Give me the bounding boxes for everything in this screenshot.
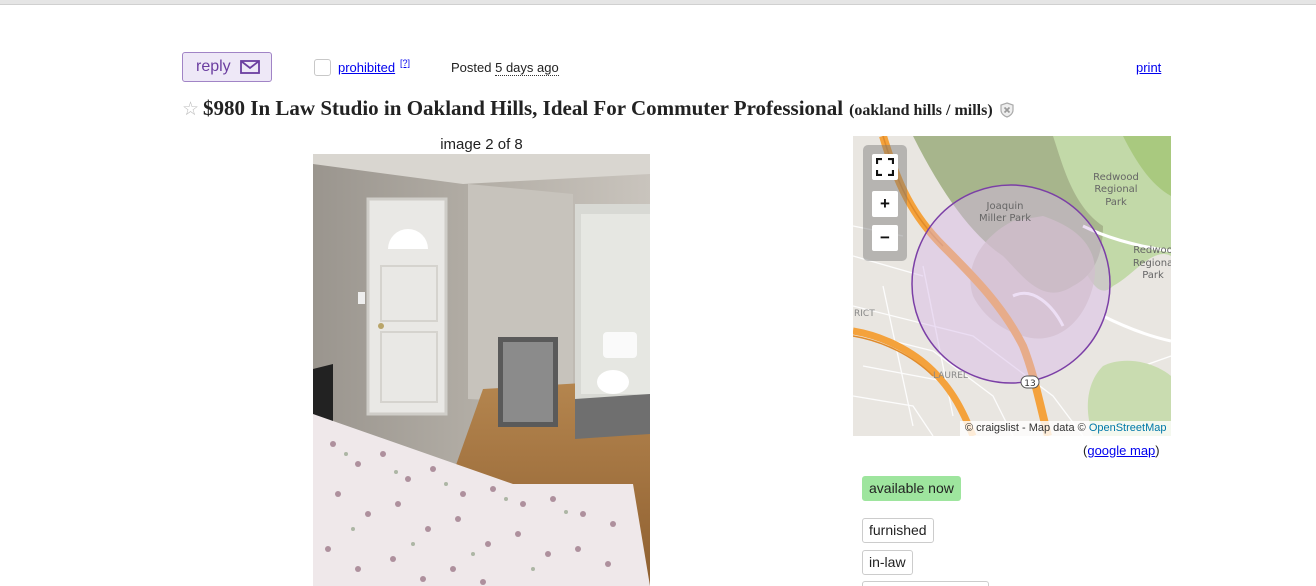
plus-icon: + bbox=[880, 194, 890, 213]
google-map-link[interactable]: google map bbox=[1087, 443, 1155, 458]
map-label-redwood-1b: Regional bbox=[1094, 184, 1137, 195]
map-attribution: © craigslist - Map data © OpenStreetMap bbox=[960, 421, 1172, 436]
posted-label: Posted bbox=[451, 60, 492, 75]
map-controls: + − bbox=[863, 145, 907, 261]
minus-icon: − bbox=[880, 228, 890, 247]
attr-housing-type: in-law bbox=[862, 550, 913, 575]
fullscreen-icon bbox=[876, 158, 894, 176]
google-map-close-paren: ) bbox=[1155, 443, 1160, 458]
envelope-icon bbox=[239, 60, 260, 74]
attribution-text: © craigslist - Map data © bbox=[965, 422, 1086, 434]
reply-button[interactable]: reply bbox=[182, 52, 272, 82]
reply-label: reply bbox=[196, 58, 231, 75]
map-label-joaquin: Joaquin bbox=[986, 201, 1024, 212]
google-map-line: (google map) bbox=[1083, 443, 1160, 458]
attr-next bbox=[862, 581, 989, 586]
zoom-out-button[interactable]: − bbox=[872, 225, 898, 251]
map-label-district: RICT bbox=[854, 309, 875, 319]
print-link[interactable]: print bbox=[1136, 60, 1161, 75]
posting-title-text: $980 In Law Studio in Oakland Hills, Ide… bbox=[203, 96, 844, 120]
fullscreen-button[interactable] bbox=[872, 154, 898, 180]
flag-help-link[interactable]: [?] bbox=[400, 58, 410, 68]
map-label-redwood-2b: Regiona bbox=[1133, 258, 1171, 269]
attr-furnished: furnished bbox=[862, 518, 934, 543]
map-label-hwy: 13 bbox=[1024, 379, 1035, 389]
map-label-miller-park: Miller Park bbox=[979, 213, 1031, 224]
posting-title: ☆ $980 In Law Studio in Oakland Hills, I… bbox=[182, 96, 1015, 121]
prohibited-flag-link[interactable]: prohibited bbox=[338, 60, 395, 75]
availability-badge: available now bbox=[862, 476, 961, 501]
favorite-checkbox[interactable] bbox=[314, 59, 331, 76]
openstreetmap-link[interactable]: OpenStreetMap bbox=[1089, 422, 1167, 434]
posted-time: 5 days ago bbox=[495, 60, 559, 76]
map-label-redwood-2a: Redwoo bbox=[1133, 245, 1171, 256]
posted-date: Posted 5 days ago bbox=[451, 60, 559, 76]
map-label-redwood-1c: Park bbox=[1105, 197, 1127, 208]
image-counter: image 2 of 8 bbox=[440, 136, 523, 153]
map-label-redwood-2c: Park bbox=[1142, 270, 1164, 281]
map-label-laurel: LAUREL bbox=[933, 371, 968, 381]
map-label-redwood-1a: Redwood bbox=[1093, 172, 1139, 183]
browser-top-edge bbox=[0, 0, 1316, 5]
posting-location: (oakland hills / mills) bbox=[849, 102, 993, 119]
zoom-in-button[interactable]: + bbox=[872, 191, 898, 217]
hide-posting-icon[interactable] bbox=[999, 102, 1015, 123]
star-icon[interactable]: ☆ bbox=[182, 98, 199, 121]
listing-photo[interactable] bbox=[313, 154, 650, 586]
